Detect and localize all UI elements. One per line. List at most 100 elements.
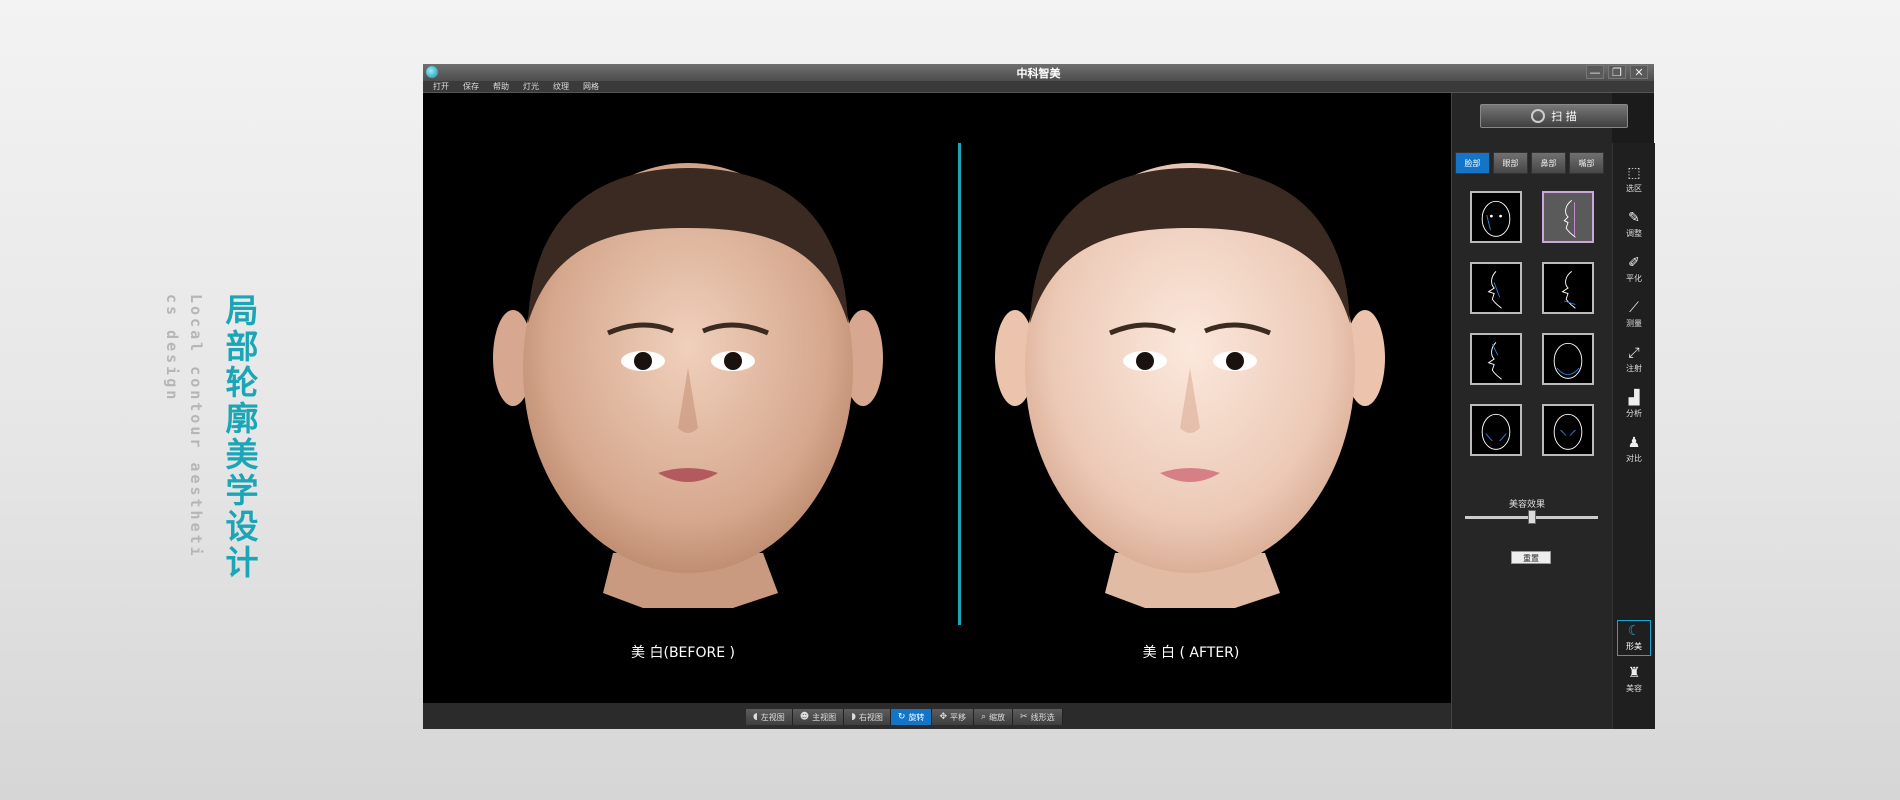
left-view-button[interactable]: ◖ 左视图 (746, 709, 793, 725)
move-icon: ✥ (939, 712, 947, 722)
inject-label: 注射 (1626, 364, 1642, 373)
rotate-button[interactable]: ↻ 旋转 (890, 709, 933, 725)
side-subtitle-2: cs design (163, 294, 181, 403)
shape-beauty-tool[interactable]: ☾ 形美 (1617, 620, 1651, 656)
zoom-icon: ⌕ (980, 712, 987, 722)
person-icon: ☻ (799, 712, 810, 722)
side-title-char: 计 (225, 543, 259, 582)
zoom-label: 缩放 (989, 712, 1006, 722)
preset-front-jaw[interactable] (1542, 333, 1594, 385)
menu-open[interactable]: 打开 (433, 81, 449, 92)
app-window: 中科智美 — ❐ ✕ 打开 保存 帮助 灯光 纹理 网格 美 白(BEFORE … (423, 64, 1655, 729)
view-toolbar: ◖ 左视图 ☻ 主视图 ◗ 右视图 ↻ 旋转 ✥ 平移 ⌕ 缩放 ✂ 线形选 (423, 703, 1451, 729)
after-caption: 美 白 ( AFTER) (1142, 645, 1240, 661)
restore-button[interactable]: ❐ (1608, 65, 1626, 79)
tab-face[interactable]: 脸部 (1455, 152, 1490, 174)
ruler-icon: ⟋ (1629, 300, 1639, 316)
control-panel: 扫 描 脸部 眼部 鼻部 嘴部 美容效果 重置 (1451, 93, 1628, 729)
chart-icon: ▟ (1628, 390, 1640, 406)
preset-front-cheek[interactable] (1470, 404, 1522, 456)
preset-profile-nose[interactable] (1470, 262, 1522, 314)
preset-profile-forehead[interactable] (1470, 333, 1522, 385)
beauty-effect-slider[interactable] (1465, 510, 1598, 524)
analysis-tool[interactable]: ▟ 分析 (1617, 388, 1651, 424)
face-model-before[interactable] (493, 153, 883, 613)
preset-front-eyes[interactable] (1542, 404, 1594, 456)
compare-icon: ♟ (1627, 435, 1641, 451)
select-region-label: 选区 (1626, 184, 1642, 193)
select-region-tool[interactable]: ⬚ 选区 (1617, 163, 1651, 199)
front-view-button[interactable]: ☻ 主视图 (792, 709, 845, 725)
left-view-label: 左视图 (760, 712, 785, 722)
shape-beauty-label: 形美 (1626, 642, 1642, 651)
measure-label: 测量 (1626, 319, 1642, 328)
compare-label: 对比 (1626, 454, 1642, 463)
side-title-char: 设 (225, 507, 259, 546)
before-caption: 美 白(BEFORE ) (631, 645, 735, 661)
stamp-icon: ♜ (1627, 665, 1641, 681)
side-title-char: 轮 (225, 363, 259, 402)
region-tabs: 脸部 眼部 鼻部 嘴部 (1455, 152, 1604, 174)
lasso-select-button[interactable]: ✂ 线形选 (1013, 709, 1063, 725)
scan-label: 扫 描 (1551, 110, 1577, 123)
adjust-label: 调整 (1626, 229, 1642, 238)
measure-tool[interactable]: ⟋ 测量 (1617, 298, 1651, 334)
menu-save[interactable]: 保存 (463, 81, 479, 92)
select-icon: ⬚ (1627, 165, 1641, 181)
rotate-icon: ↻ (897, 712, 906, 722)
menu-bar: 打开 保存 帮助 灯光 纹理 网格 (423, 81, 1654, 93)
menu-texture[interactable]: 纹理 (553, 81, 569, 92)
3d-viewport[interactable]: 美 白(BEFORE ) 美 白 ( AFTER) (423, 93, 1451, 703)
preset-profile-chin[interactable] (1542, 262, 1594, 314)
compare-tool[interactable]: ♟ 对比 (1617, 433, 1651, 469)
beauty-tool[interactable]: ♜ 美容 (1617, 663, 1651, 699)
pan-label: 平移 (949, 712, 966, 722)
pan-button[interactable]: ✥ 平移 (932, 709, 974, 725)
tab-mouth[interactable]: 嘴部 (1569, 152, 1604, 174)
zoom-button[interactable]: ⌕ 缩放 (973, 709, 1014, 725)
side-title-char: 局 (225, 291, 259, 330)
preset-grid (1470, 191, 1594, 456)
rotate-label: 旋转 (908, 712, 925, 722)
face-model-after[interactable] (995, 153, 1385, 613)
head-left-icon: ◖ (753, 712, 758, 722)
menu-help[interactable]: 帮助 (493, 81, 509, 92)
inject-tool[interactable]: ⤢ 注射 (1617, 343, 1651, 379)
menu-lighting[interactable]: 灯光 (523, 81, 539, 92)
slider-handle[interactable] (1527, 510, 1536, 524)
lasso-select-label: 线形选 (1030, 712, 1055, 722)
flatten-label: 平化 (1626, 274, 1642, 283)
syringe-icon: ⤢ (1628, 345, 1640, 361)
tool-strip: ⬚ 选区 ✎ 调整 ✐ 平化 ⟋ 测量 ⤢ 注射 ▟ 分析 ♟ 对比 ☾ 形美 (1612, 143, 1655, 729)
right-view-button[interactable]: ◗ 右视图 (844, 709, 891, 725)
side-title-char: 部 (225, 327, 259, 366)
menu-mesh[interactable]: 网格 (583, 81, 599, 92)
compare-divider[interactable] (958, 143, 961, 625)
scan-icon (1531, 109, 1546, 123)
window-title: 中科智美 (1016, 67, 1061, 80)
right-view-label: 右视图 (858, 712, 883, 722)
pencil-icon: ✎ (1628, 210, 1640, 226)
preset-profile-lines[interactable] (1542, 191, 1594, 243)
front-view-label: 主视图 (812, 712, 837, 722)
close-button[interactable]: ✕ (1630, 65, 1648, 79)
side-title-char: 廓 (225, 399, 259, 438)
side-subtitle-1: Local contour aestheti (187, 294, 205, 559)
side-title-char: 美 (225, 435, 259, 474)
brush-icon: ✐ (1628, 255, 1640, 271)
title-bar: 中科智美 — ❐ ✕ (423, 64, 1654, 81)
beauty-label: 美容 (1626, 684, 1642, 693)
tab-nose[interactable]: 鼻部 (1531, 152, 1566, 174)
scan-button[interactable]: 扫 描 (1480, 104, 1628, 128)
analysis-label: 分析 (1626, 409, 1642, 418)
reset-button[interactable]: 重置 (1511, 551, 1551, 564)
side-title-char: 学 (225, 471, 259, 510)
preset-front-face[interactable] (1470, 191, 1522, 243)
minimize-button[interactable]: — (1586, 65, 1604, 79)
adjust-tool[interactable]: ✎ 调整 (1617, 208, 1651, 244)
side-title: 局 部 轮 廓 美 学 设 计 (222, 293, 262, 581)
lasso-icon: ✂ (1020, 712, 1028, 722)
head-right-icon: ◗ (851, 712, 856, 722)
tab-eyes[interactable]: 眼部 (1493, 152, 1528, 174)
flatten-tool[interactable]: ✐ 平化 (1617, 253, 1651, 289)
